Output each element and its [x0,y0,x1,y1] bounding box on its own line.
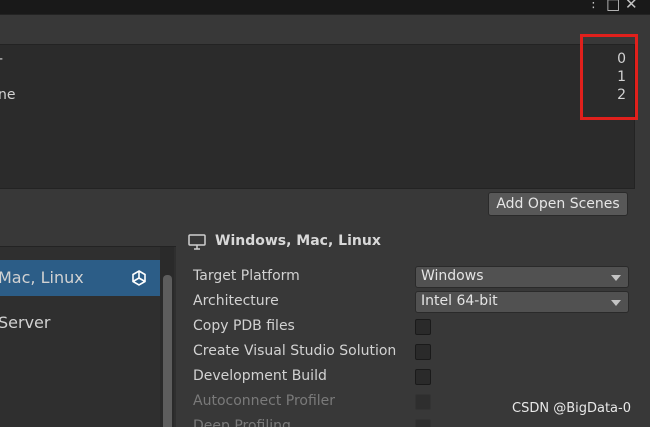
platform-label: Server [0,313,51,332]
development-build-checkbox[interactable] [415,369,431,385]
unity-icon [132,270,146,286]
add-open-scenes-button[interactable]: Add Open Scenes [488,192,628,216]
autoconnect-profiler-checkbox [415,394,431,410]
autoconnect-profiler-label: Autoconnect Profiler [193,393,336,409]
platform-label: Mac, Linux [0,268,84,287]
scene-row[interactable]: ne 2 [0,87,628,107]
create-vs-solution-label: Create Visual Studio Solution [193,343,397,359]
scene-index: 2 [617,87,626,103]
target-platform-row: Target Platform Windows [193,266,633,288]
development-build-row: Development Build [193,366,633,388]
architecture-label: Architecture [193,293,279,309]
close-icon[interactable]: ✕ [625,0,638,13]
scene-name: - [0,51,3,67]
monitor-icon [188,234,206,250]
copy-pdb-label: Copy PDB files [193,318,295,334]
dropdown-value: Intel 64-bit [421,293,498,309]
kebab-menu-icon[interactable]: ⋮ [587,0,600,11]
settings-title-text: Windows, Mac, Linux [215,233,381,249]
build-settings-window: ⋮ □ ✕ - 0 1 ne 2 Add Open Scenes Mac, Li… [0,0,650,427]
deep-profiling-checkbox [415,419,431,427]
watermark: CSDN @BigData-0 [512,401,631,416]
scene-row[interactable]: 1 [0,69,628,89]
scenes-in-build-list[interactable]: - 0 1 ne 2 [0,44,635,189]
dropdown-value: Windows [421,268,484,284]
copy-pdb-checkbox[interactable] [415,319,431,335]
copy-pdb-row: Copy PDB files [193,316,633,338]
architecture-row: Architecture Intel 64-bit [193,291,633,313]
target-platform-label: Target Platform [193,268,300,284]
create-vs-solution-checkbox[interactable] [415,344,431,360]
scene-row[interactable]: - 0 [0,51,628,71]
platform-list: Mac, Linux Server [0,246,176,427]
scene-index: 0 [617,51,626,67]
platform-list-scrollbar[interactable] [160,247,174,427]
architecture-dropdown[interactable]: Intel 64-bit [415,291,629,313]
dropdown-arrow-icon [611,275,621,281]
dropdown-arrow-icon [611,300,621,306]
platform-item-server[interactable]: Server [0,305,160,341]
scene-name: ne [0,87,16,103]
maximize-icon[interactable]: □ [606,0,620,13]
scrollbar-thumb[interactable] [163,275,172,427]
deep-profiling-label: Deep Profiling [193,418,291,427]
development-build-label: Development Build [193,368,327,384]
window-title-bar: ⋮ □ ✕ [0,0,650,15]
deep-profiling-row: Deep Profiling [193,416,633,427]
scenes-header [0,15,650,43]
target-platform-dropdown[interactable]: Windows [415,266,629,288]
platform-item-windows-mac-linux[interactable]: Mac, Linux [0,260,160,296]
create-vs-solution-row: Create Visual Studio Solution [193,341,633,363]
scene-index: 1 [617,69,626,85]
